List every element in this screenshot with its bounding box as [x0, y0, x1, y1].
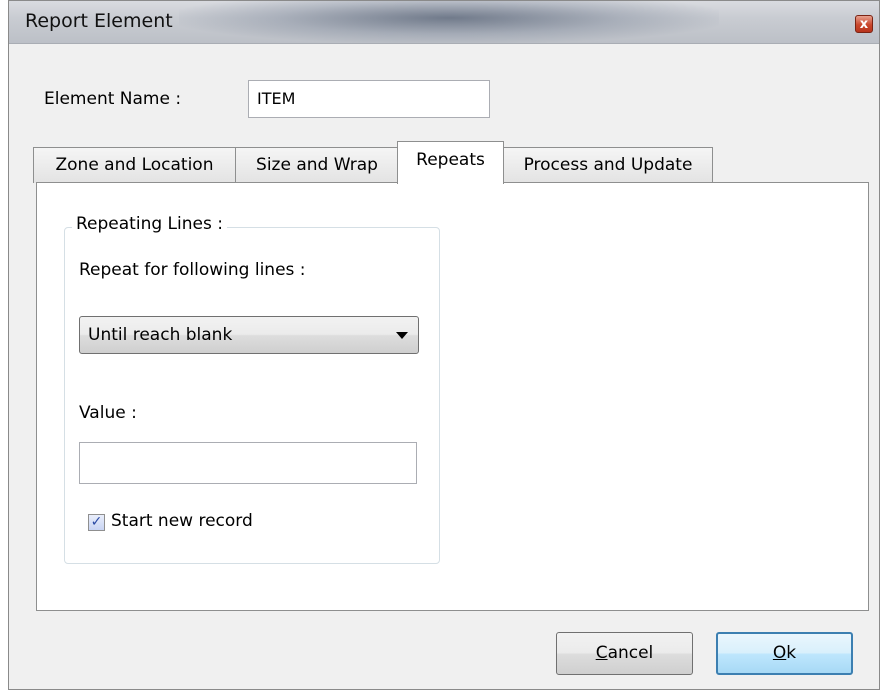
repeat-lines-select[interactable]: Until reach blank: [79, 316, 419, 354]
chevron-down-icon: [396, 332, 408, 339]
repeats-tab-panel: Repeating Lines : Repeat for following l…: [36, 182, 869, 611]
start-new-record-label[interactable]: Start new record: [111, 511, 253, 531]
title-bar-glow: [179, 1, 719, 43]
tab-size-and-wrap[interactable]: Size and Wrap: [235, 147, 399, 183]
ok-button[interactable]: Ok: [716, 632, 853, 675]
repeating-lines-title: Repeating Lines :: [72, 214, 227, 234]
close-icon[interactable]: x: [855, 15, 873, 33]
tab-repeats[interactable]: Repeats: [397, 141, 504, 184]
cancel-button[interactable]: Cancel: [556, 632, 693, 675]
start-new-record-checkbox[interactable]: ✓: [88, 514, 105, 531]
ok-label: k: [786, 643, 797, 663]
tab-process-and-update[interactable]: Process and Update: [503, 147, 713, 183]
repeating-lines-group: Repeating Lines : Repeat for following l…: [64, 214, 440, 564]
cancel-label: ancel: [607, 643, 654, 663]
report-element-dialog: Report Element x Element Name : ITEM Zon…: [8, 0, 880, 690]
ok-mnemonic: O: [772, 643, 787, 663]
title-bar[interactable]: Report Element x: [9, 1, 879, 44]
cancel-mnemonic: C: [595, 643, 608, 663]
repeat-lines-selected-value: Until reach blank: [88, 325, 233, 345]
value-input[interactable]: [79, 442, 417, 484]
element-name-input[interactable]: ITEM: [248, 80, 490, 118]
repeat-for-following-lines-label: Repeat for following lines :: [79, 260, 306, 280]
tab-zone-and-location[interactable]: Zone and Location: [33, 147, 236, 183]
value-label: Value :: [79, 403, 137, 423]
window-title: Report Element: [25, 10, 173, 32]
element-name-label: Element Name :: [44, 89, 182, 109]
